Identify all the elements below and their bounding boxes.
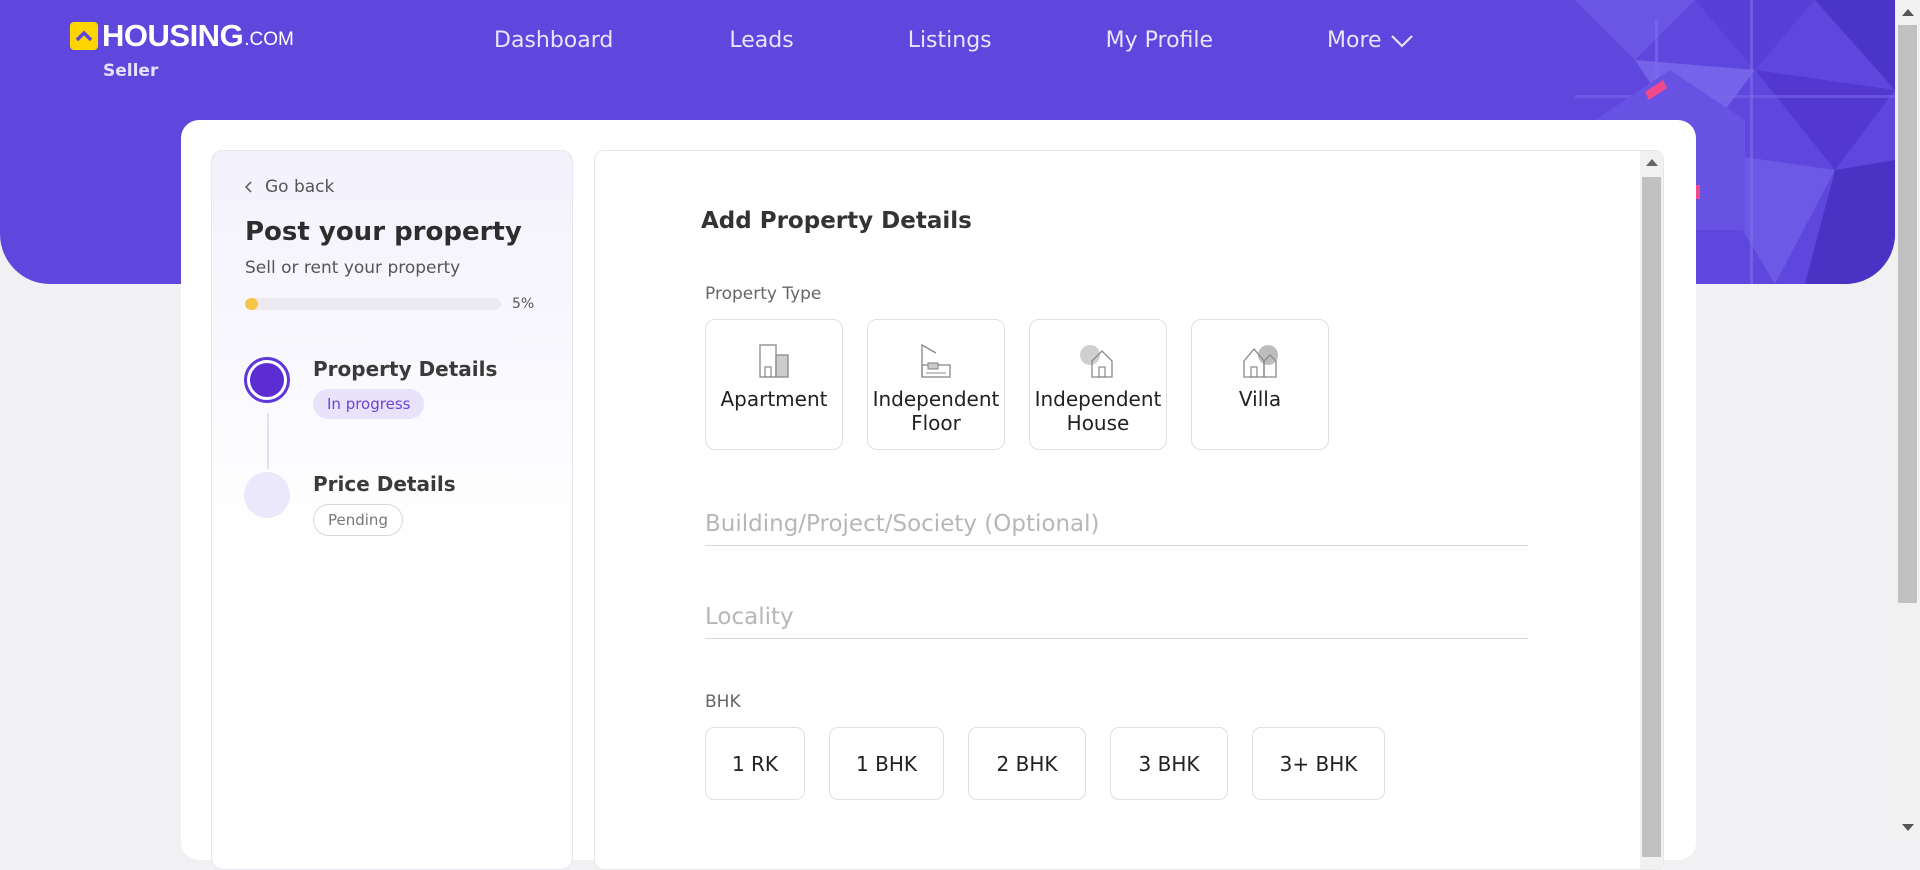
step-title: Price Details (313, 472, 456, 496)
property-type-apartment[interactable]: Apartment (705, 319, 843, 450)
nav-my-profile[interactable]: My Profile (1106, 28, 1213, 53)
step-connector (267, 413, 269, 469)
locality-input[interactable] (705, 604, 1528, 639)
progress-bar-fill (245, 298, 258, 310)
property-type-label: Villa (1238, 387, 1282, 411)
property-type-independent-house[interactable]: Independent House (1029, 319, 1167, 450)
step-indicator-active (244, 357, 290, 403)
housing-logo[interactable]: HOUSING .COM (70, 20, 294, 51)
property-type-label: Independent House (1034, 387, 1162, 435)
nav-dashboard[interactable]: Dashboard (494, 28, 613, 53)
property-type-label: Property Type (705, 284, 822, 304)
property-type-independent-floor[interactable]: Independent Floor (867, 319, 1005, 450)
independent-house-icon (1078, 342, 1118, 380)
step-indicator-pending (244, 472, 290, 518)
property-type-label: Apartment (720, 387, 828, 411)
bhk-option-2bhk[interactable]: 2 BHK (968, 727, 1086, 800)
post-property-subtitle: Sell or rent your property (245, 258, 461, 278)
main-card: Go back Post your property Sell or rent … (181, 120, 1696, 870)
step-title: Property Details (313, 357, 498, 381)
chevron-down-icon (1390, 34, 1413, 48)
go-back-link[interactable]: Go back (245, 177, 334, 197)
logo-seller-label: Seller (103, 61, 159, 81)
property-type-villa[interactable]: Villa (1191, 319, 1329, 450)
logo-dotcom: .COM (244, 29, 294, 50)
progress-sidebar: Go back Post your property Sell or rent … (211, 150, 573, 870)
page-scroll-down-icon[interactable] (1902, 824, 1914, 831)
form-title: Add Property Details (701, 208, 972, 234)
status-badge: Pending (313, 504, 403, 536)
bhk-option-3plus-bhk[interactable]: 3+ BHK (1252, 727, 1385, 800)
step-property-details: Property Details In progress (244, 357, 497, 419)
bhk-options: 1 RK 1 BHK 2 BHK 3 BHK 3+ BHK (705, 727, 1409, 800)
nav-leads[interactable]: Leads (729, 28, 793, 53)
form-scrollbar-thumb[interactable] (1642, 177, 1661, 857)
chevron-left-icon (245, 181, 253, 193)
post-property-title: Post your property (245, 217, 522, 247)
logo-text: HOUSING (102, 18, 244, 53)
progress-bar (245, 298, 501, 310)
logo-mark-icon (70, 21, 98, 50)
page-scrollbar-thumb[interactable] (1898, 25, 1917, 603)
step-price-details: Price Details Pending (244, 472, 456, 536)
nav-listings[interactable]: Listings (908, 28, 992, 53)
independent-floor-icon (918, 342, 954, 380)
nav-more[interactable]: More (1327, 28, 1414, 53)
scroll-up-icon[interactable] (1646, 159, 1658, 166)
main-nav: Dashboard Leads Listings My Profile More (494, 28, 1414, 53)
status-badge: In progress (313, 389, 425, 419)
villa-icon (1240, 342, 1280, 380)
bhk-option-1rk[interactable]: 1 RK (705, 727, 805, 800)
nav-more-label: More (1327, 28, 1382, 53)
bhk-label: BHK (705, 692, 741, 712)
go-back-label: Go back (265, 177, 335, 197)
page-scrollbar[interactable] (1895, 0, 1920, 839)
bhk-option-3bhk[interactable]: 3 BHK (1110, 727, 1228, 800)
apartment-icon (756, 342, 792, 380)
property-type-label: Independent Floor (872, 387, 1000, 435)
progress-percent: 5% (512, 296, 535, 312)
form-scrollbar[interactable] (1640, 151, 1663, 869)
page-scroll-up-icon[interactable] (1902, 9, 1914, 16)
property-details-form: Add Property Details Property Type Apart… (594, 150, 1664, 870)
property-type-options: Apartment Independent Floor Independent … (705, 319, 1353, 450)
bhk-option-1bhk[interactable]: 1 BHK (829, 727, 944, 800)
building-project-society-input[interactable] (705, 511, 1528, 546)
